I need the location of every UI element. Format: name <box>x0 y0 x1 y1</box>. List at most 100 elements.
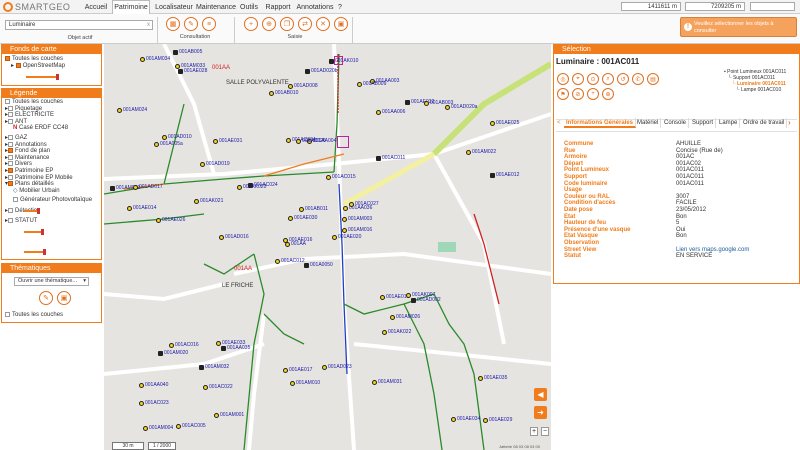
fonds-item[interactable]: Toutes les couches <box>5 56 98 63</box>
menu-rapport[interactable]: Rapport <box>264 0 292 14</box>
object-label[interactable]: 001AC011 <box>382 155 405 161</box>
fonds-header[interactable]: Fonds de carte <box>2 45 101 54</box>
opacity-slider[interactable] <box>24 210 38 212</box>
lamp-marker[interactable] <box>213 139 218 144</box>
clear-icon[interactable]: x <box>147 21 150 29</box>
property-value[interactable]: Lien vers maps.google.com <box>676 247 749 254</box>
lamp-marker[interactable] <box>490 121 495 126</box>
object-label[interactable]: 001AE034 <box>457 416 480 422</box>
copy-icon[interactable]: ❐ <box>280 17 294 31</box>
lamp-marker[interactable] <box>390 315 395 320</box>
menu-localisateur[interactable]: Localisateur <box>152 0 196 14</box>
slider-handle[interactable] <box>37 208 40 214</box>
object-label[interactable]: 001AE016 <box>289 237 312 243</box>
lamp-marker[interactable] <box>162 135 167 140</box>
fonds-item[interactable]: ▸ OpenStreetMap <box>5 62 98 70</box>
phone-icon[interactable]: ✆ <box>632 73 644 85</box>
object-label[interactable]: 001AE035 <box>484 375 507 381</box>
block-icon[interactable]: ⊘ <box>572 88 584 100</box>
cabinet-marker[interactable] <box>411 298 416 303</box>
cabinet-marker[interactable] <box>405 100 410 105</box>
object-label[interactable]: 001AB009 <box>363 81 386 87</box>
tab-ordre-travail[interactable]: Ordre de travail <box>741 118 788 128</box>
thematiques-header[interactable]: Thématiques <box>2 264 101 273</box>
object-label[interactable]: 001AD020a <box>451 104 477 110</box>
lamp-marker[interactable] <box>269 91 274 96</box>
checkbox-icon[interactable] <box>15 62 21 68</box>
lamp-marker[interactable] <box>154 142 159 147</box>
lamp-marker[interactable] <box>283 368 288 373</box>
lamp-marker[interactable] <box>237 185 242 190</box>
object-label[interactable]: 001A005a <box>160 141 183 147</box>
lamp-marker[interactable] <box>372 380 377 385</box>
object-label[interactable]: 001AM020 <box>164 350 188 356</box>
lamp-marker[interactable] <box>424 101 429 106</box>
object-label[interactable]: 001AE033 <box>222 340 245 346</box>
lamp-marker[interactable] <box>382 330 387 335</box>
object-label[interactable]: 001AM034 <box>146 56 170 62</box>
object-label[interactable]: 001AK007 <box>412 292 435 298</box>
legend-item[interactable]: ▾ Plans détaillés <box>5 181 98 188</box>
lamp-marker[interactable] <box>349 202 354 207</box>
menu-help[interactable]: ? <box>336 0 344 14</box>
tab-next-icon[interactable]: › <box>788 118 791 127</box>
object-label[interactable]: 001AE020 <box>338 234 361 240</box>
cabinet-marker[interactable] <box>158 351 163 356</box>
document-icon[interactable]: ▤ <box>647 73 659 85</box>
lamp-marker[interactable] <box>127 206 132 211</box>
armoire-marker[interactable] <box>334 56 343 65</box>
object-label[interactable]: 001AC027 <box>355 201 379 207</box>
lamp-marker[interactable] <box>286 138 291 143</box>
lamp-marker[interactable] <box>357 82 362 87</box>
collapse-left-icon[interactable]: ◀ <box>534 388 547 401</box>
object-search-input[interactable]: Luminaire x <box>5 20 153 30</box>
delete-icon[interactable]: ✕ <box>316 17 330 31</box>
object-label[interactable]: 001AC023 <box>145 400 169 406</box>
lamp-marker[interactable] <box>288 84 293 89</box>
flag-icon[interactable]: ⚑ <box>557 88 569 100</box>
cabinet-marker[interactable] <box>305 69 310 74</box>
lamp-marker[interactable] <box>194 199 199 204</box>
object-label[interactable]: 001AE031 <box>219 138 242 144</box>
object-label[interactable]: 001AE029 <box>489 417 512 423</box>
object-label[interactable]: 001AC015 <box>332 174 356 180</box>
object-label[interactable]: 001A0050 <box>310 262 333 268</box>
opacity-slider[interactable] <box>24 251 44 253</box>
menu-outils[interactable]: Outils <box>238 0 260 14</box>
lamp-marker[interactable] <box>290 381 295 386</box>
menu-accueil[interactable]: Accueil <box>82 0 110 14</box>
lamp-marker[interactable] <box>169 343 174 348</box>
object-label[interactable]: 001AD010 <box>168 134 192 140</box>
object-label[interactable]: 001AM016 <box>348 227 372 233</box>
tab-support[interactable]: Support <box>690 118 717 128</box>
object-label[interactable]: 001AM031 <box>378 379 402 385</box>
cabinet-marker[interactable] <box>199 365 204 370</box>
object-label[interactable]: 001AD008 <box>294 83 318 89</box>
lamp-marker[interactable] <box>176 424 181 429</box>
lamp-marker[interactable] <box>326 175 331 180</box>
lamp-marker[interactable] <box>376 110 381 115</box>
cabinet-marker[interactable] <box>110 186 115 191</box>
lamp-marker[interactable] <box>175 64 180 69</box>
object-label[interactable]: 001AE026 <box>162 217 185 223</box>
lamp-marker[interactable] <box>117 108 122 113</box>
lamp-marker[interactable] <box>139 401 144 406</box>
lamp-marker[interactable] <box>380 295 385 300</box>
locate-icon[interactable]: ⌖ <box>572 73 584 85</box>
zoom-to-icon[interactable]: ⊙ <box>587 73 599 85</box>
lamp-marker[interactable] <box>296 139 301 144</box>
selected-object-marker[interactable] <box>337 136 349 148</box>
object-label[interactable]: 001AE025 <box>496 120 519 126</box>
lamp-marker[interactable] <box>214 413 219 418</box>
history-icon[interactable]: ↺ <box>617 73 629 85</box>
zoom-in-button[interactable]: + <box>530 427 538 436</box>
legend-item[interactable]: ▸ Fond de plan <box>5 148 98 155</box>
lamp-marker[interactable] <box>288 216 293 221</box>
lamp-marker[interactable] <box>275 259 280 264</box>
object-label[interactable]: 001AM004 <box>149 425 173 431</box>
lamp-marker[interactable] <box>200 162 205 167</box>
lamp-marker[interactable] <box>322 365 327 370</box>
cabinet-marker[interactable] <box>376 156 381 161</box>
object-label[interactable]: 001AD020b <box>311 68 337 74</box>
object-label[interactable]: 001AD017 <box>139 184 163 190</box>
